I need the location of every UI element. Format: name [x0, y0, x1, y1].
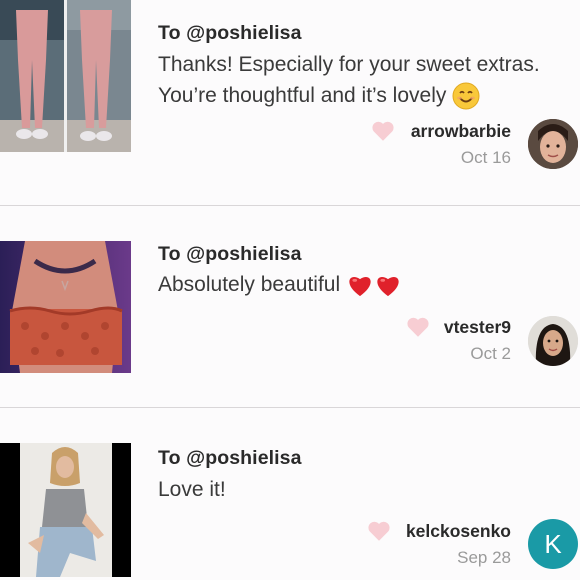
love-note-3: To @poshielisa Love it! kelckosenko Sep …: [0, 408, 580, 580]
listing-thumbnail[interactable]: [0, 241, 131, 373]
sender-username[interactable]: arrowbarbie: [380, 121, 511, 142]
sender-username[interactable]: vtester9: [420, 317, 511, 338]
listing-thumbnail[interactable]: [0, 443, 131, 577]
love-note-2: To @poshielisa Absolutely beautiful vtes…: [0, 206, 580, 407]
recipient-line: To @poshielisa: [158, 447, 302, 469]
message-line-1: Love it!: [158, 478, 226, 501]
note-message: Love it!: [158, 474, 578, 505]
note-date: Oct 2: [470, 344, 511, 363]
love-note-1: To @poshielisa Thanks! Especially for yo…: [0, 0, 580, 204]
message-line-1: Absolutely beautiful: [158, 273, 341, 296]
note-date: Oct 16: [460, 148, 511, 167]
message-line-2: You’re thoughtful and it’s lovely: [158, 84, 447, 107]
red-heart-icon: [349, 277, 371, 297]
bandeau-photo: [0, 241, 131, 373]
listing-thumbnail[interactable]: [0, 0, 131, 152]
sender-username[interactable]: kelckosenko: [380, 521, 511, 542]
leggings-photo: [0, 0, 131, 152]
tank-top-photo: [0, 443, 131, 577]
note-date: Sep 28: [457, 548, 511, 567]
sender-avatar[interactable]: [528, 119, 578, 169]
avatar-photo: [528, 119, 578, 169]
avatar-photo: [528, 316, 578, 366]
note-message: Absolutely beautiful: [158, 269, 578, 300]
recipient-line: To @poshielisa: [158, 243, 302, 265]
sender-avatar[interactable]: [528, 316, 578, 366]
sender-avatar[interactable]: K: [528, 519, 578, 569]
smiling-face-icon: [452, 82, 480, 110]
red-heart-icon: [377, 277, 399, 297]
recipient-line: To @poshielisa: [158, 22, 302, 44]
note-message: Thanks! Especially for your sweet extras…: [158, 49, 578, 111]
message-line-1: Thanks! Especially for your sweet extras…: [158, 53, 540, 76]
